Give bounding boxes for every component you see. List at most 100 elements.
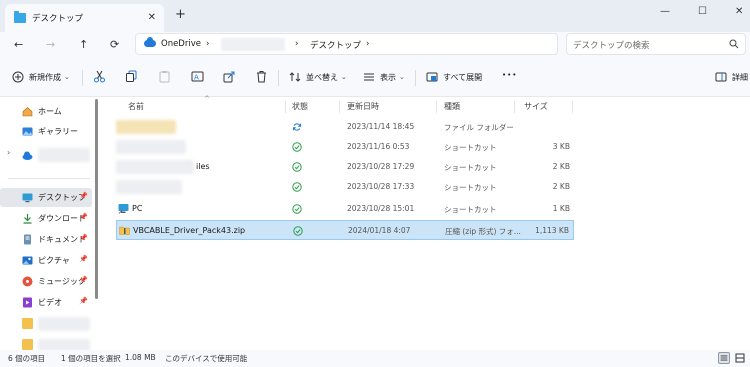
- back-button[interactable]: ←: [14, 38, 23, 51]
- size-cell: 2 KB: [552, 162, 570, 171]
- date-cell: 2023/11/16 0:53: [347, 142, 410, 151]
- sidebar-item-label: ギャラリー: [38, 127, 78, 136]
- details-pane-button[interactable]: 詳細: [715, 71, 748, 83]
- folder-icon: [22, 339, 33, 350]
- download-icon: [23, 214, 32, 224]
- delete-icon[interactable]: [255, 70, 268, 83]
- desktop-icon: [22, 193, 33, 203]
- divider: [8, 178, 90, 179]
- copy-icon[interactable]: [125, 70, 138, 83]
- pin-icon: 📌: [79, 297, 88, 305]
- sidebar-item-desktop[interactable]: デスクトップ 📌: [0, 188, 92, 207]
- column-divider[interactable]: [514, 101, 515, 113]
- share-icon[interactable]: [223, 70, 236, 83]
- command-bar: 新規作成 ⌄ A 並べ替え ⌄ 表示 ⌄ すべて展開 ••• 詳細: [0, 58, 750, 97]
- table-row[interactable]: 2023/11/14 18:45 ファイル フォルダー: [116, 117, 574, 137]
- column-header-name[interactable]: 名前: [128, 101, 144, 112]
- type-cell: ショートカット: [444, 183, 497, 192]
- table-row[interactable]: PC 2023/10/28 15:01 ショートカット 1 KB: [116, 199, 574, 219]
- column-header-size[interactable]: サイズ: [524, 101, 548, 112]
- sidebar-item-label: ピクチャ: [38, 256, 70, 265]
- available-check-icon: [292, 162, 302, 172]
- redacted-file-name: [116, 120, 176, 134]
- picture-icon: [22, 256, 33, 265]
- paste-icon[interactable]: [158, 70, 171, 83]
- sidebar-item-pictures[interactable]: ピクチャ 📌: [0, 251, 92, 270]
- breadcrumb-separator[interactable]: ›: [206, 39, 209, 49]
- breadcrumb-separator[interactable]: ›: [366, 39, 369, 49]
- pin-icon: 📌: [79, 234, 88, 242]
- column-divider[interactable]: [436, 101, 437, 113]
- folder-icon: [22, 318, 33, 329]
- details-view-icon[interactable]: [718, 352, 730, 364]
- expand-all-button[interactable]: すべて展開: [426, 71, 482, 83]
- chevron-right-icon[interactable]: ›: [7, 148, 10, 157]
- sidebar-item-label: ビデオ: [38, 298, 62, 307]
- size-cell: 3 KB: [552, 142, 570, 151]
- search-icon: [729, 39, 739, 49]
- column-divider[interactable]: [572, 101, 573, 113]
- divider: [82, 70, 83, 86]
- table-row[interactable]: 2023/11/16 0:53 ショートカット 3 KB: [116, 137, 574, 157]
- date-cell: 2023/11/14 18:45: [347, 122, 415, 131]
- redacted-folder-name: [38, 338, 90, 351]
- pc-shortcut-icon: [118, 204, 129, 214]
- sidebar-item-music[interactable]: ミュージック 📌: [0, 272, 92, 291]
- address-bar[interactable]: OneDrive › › デスクトップ ›: [135, 33, 558, 55]
- column-header-status[interactable]: 状態: [292, 101, 308, 112]
- sidebar-item-videos[interactable]: ビデオ 📌: [0, 293, 92, 312]
- sidebar-item-downloads[interactable]: ダウンロード 📌: [0, 209, 92, 228]
- view-button[interactable]: 表示 ⌄: [363, 71, 405, 83]
- file-name: VBCABLE_Driver_Pack43.zip: [133, 226, 246, 235]
- plus-circle-icon: [12, 71, 24, 83]
- column-divider[interactable]: [339, 101, 340, 113]
- search-box[interactable]: デスクトップの検索: [566, 33, 746, 55]
- tab-desktop[interactable]: デスクトップ ✕: [5, 4, 164, 32]
- up-button[interactable]: ↑: [79, 38, 88, 51]
- minimize-button[interactable]: —: [660, 6, 670, 17]
- sidebar-scrollbar[interactable]: [95, 99, 98, 299]
- sidebar-item-onedrive[interactable]: ›: [0, 144, 92, 166]
- pin-icon: 📌: [79, 213, 88, 221]
- chevron-down-icon: ⌄: [399, 73, 405, 81]
- breadcrumb-desktop[interactable]: デスクトップ: [310, 39, 361, 51]
- rename-icon[interactable]: A: [191, 70, 204, 83]
- sidebar-item-documents[interactable]: ドキュメント 📌: [0, 230, 92, 249]
- pin-icon: 📌: [79, 255, 88, 263]
- sidebar-item-gallery[interactable]: ギャラリー: [0, 122, 92, 141]
- maximize-button[interactable]: ☐: [698, 6, 707, 17]
- table-row-selected[interactable]: VBCABLE_Driver_Pack43.zip 2024/01/18 4:0…: [116, 220, 574, 240]
- available-check-icon: [292, 182, 302, 192]
- expand-all-label: すべて展開: [443, 72, 483, 82]
- search-input[interactable]: デスクトップの検索: [573, 39, 650, 51]
- table-row[interactable]: 2023/10/28 17:33 ショートカット 2 KB: [116, 177, 574, 197]
- date-cell: 2023/10/28 15:01: [347, 204, 415, 213]
- sort-arrows-icon: [289, 72, 301, 82]
- type-cell: ショートカット: [444, 205, 497, 214]
- redacted-file-name: [116, 160, 194, 174]
- sync-icon: [293, 123, 301, 131]
- tab-close-button[interactable]: ✕: [148, 12, 156, 23]
- breadcrumb-onedrive[interactable]: OneDrive: [161, 39, 201, 49]
- large-icons-view-icon[interactable]: [734, 352, 746, 364]
- sidebar-item-redacted[interactable]: [0, 314, 92, 333]
- title-bar: デスクトップ ✕ + — ☐ ✕: [0, 0, 750, 32]
- refresh-button[interactable]: ⟳: [110, 38, 119, 51]
- sort-button[interactable]: 並べ替え ⌄: [289, 71, 347, 83]
- sidebar-item-label: ホーム: [38, 107, 62, 116]
- svg-text:A: A: [194, 74, 199, 82]
- new-button[interactable]: 新規作成 ⌄: [12, 71, 70, 83]
- table-row[interactable]: iles 2023/10/28 17:29 ショートカット 2 KB: [116, 157, 574, 177]
- redacted-file-name: [116, 140, 186, 154]
- more-options-button[interactable]: •••: [502, 71, 517, 79]
- column-header-date[interactable]: 更新日時: [347, 101, 379, 112]
- sidebar-item-home[interactable]: ホーム: [0, 102, 92, 121]
- forward-button[interactable]: →: [46, 38, 55, 51]
- column-divider[interactable]: [285, 101, 286, 113]
- close-window-button[interactable]: ✕: [735, 6, 743, 17]
- breadcrumb-separator[interactable]: ›: [295, 39, 298, 49]
- column-header-type[interactable]: 種類: [444, 101, 460, 112]
- new-tab-button[interactable]: +: [175, 8, 186, 22]
- available-check-icon: [293, 226, 303, 236]
- cut-icon[interactable]: [93, 70, 106, 83]
